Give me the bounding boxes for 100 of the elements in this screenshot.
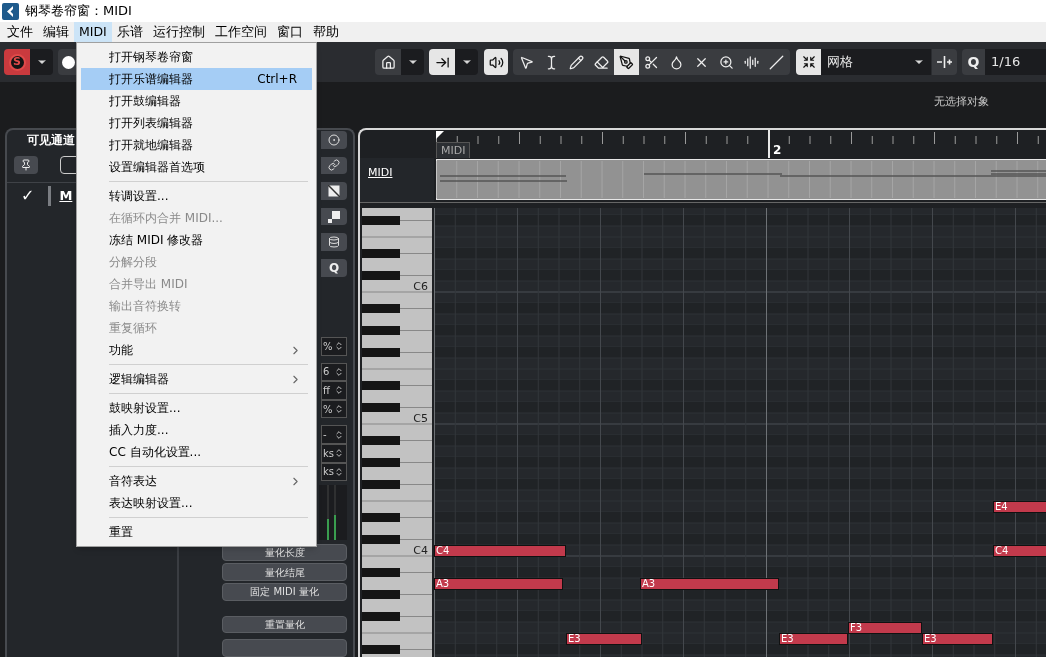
spinner-icon [334,385,344,396]
menu-item[interactable]: 转调设置... [81,185,312,207]
track-check[interactable]: ✓ [21,183,35,208]
midi-note[interactable]: A3 [640,578,779,590]
menu-item[interactable]: 音符表达 [81,470,312,492]
link-icon [328,159,340,172]
stack-icon [328,236,340,249]
field-value: ks [323,446,334,461]
menu-bar-item[interactable]: 运行控制 [147,22,210,42]
drop-icon [669,54,684,70]
window-title: 钢琴卷帘窗：MIDI [25,2,132,21]
menu-bar-item[interactable]: 窗口 [271,22,308,42]
inspector-field[interactable]: - [321,425,347,444]
grid-type-dropdown[interactable]: 网格 [821,49,931,75]
eraser-icon [594,54,609,70]
spinner-icon [334,429,344,440]
lane-label: MIDI [368,166,393,179]
menu-item[interactable]: 鼓映射设置... [81,397,312,419]
key-label: C4 [413,545,428,556]
menu-item[interactable]: CC 自动化设置... [81,441,312,463]
bar-number: 2 [773,142,782,159]
track-divider-icon [48,185,52,206]
arrow-icon [519,54,534,70]
menu-bar-item[interactable]: 帮助 [307,22,344,42]
inspector-icon-button[interactable] [321,233,347,251]
pin-icon [20,159,32,171]
inspector-icon-button[interactable] [321,156,347,175]
pin-button[interactable] [14,156,38,174]
menu-item[interactable]: 打开就地编辑器 [81,134,312,156]
menu-item[interactable]: 逻辑编辑器 [81,368,312,390]
key-label: C6 [413,281,428,292]
field-value: ks [323,465,334,480]
menu-bar-item[interactable]: MIDI [74,22,112,42]
midi-note[interactable]: A3 [434,578,563,590]
inspector-icon-button[interactable] [321,182,347,200]
dropdown-button[interactable] [30,49,53,75]
inspector-field[interactable]: % [321,336,347,356]
quantize-field[interactable]: 1/16 [985,49,1046,75]
menu-item[interactable]: 打开列表编辑器 [81,112,312,134]
inspector-icon-button[interactable] [321,207,347,226]
inspector-icon-button[interactable]: Q [321,258,347,277]
house-icon [380,54,396,70]
quantize-action-button[interactable]: 固定 MIDI 量化 [222,583,347,601]
quantize-action-button[interactable]: 量化结尾 [222,563,347,582]
speaker-icon [488,54,504,70]
menu-item[interactable]: 打开钢琴卷帘窗 [81,46,312,68]
snap-button[interactable] [796,49,821,75]
shortcut-text: Ctrl+R [257,71,297,88]
dropdown-button[interactable] [455,49,478,75]
menu-bar-item[interactable]: 编辑 [38,22,74,42]
diagonal-square-icon [328,184,340,197]
spinner-icon [334,466,344,477]
toolbar-button[interactable] [429,49,455,75]
part-tab[interactable]: MIDI [436,142,471,158]
toolbar-button[interactable] [932,49,957,75]
menu-item[interactable]: 插入力度... [81,419,312,441]
inspector-field[interactable]: 6 [321,362,347,382]
menu-bar-item[interactable]: 乐谱 [111,22,148,42]
midi-note[interactable]: C4 [993,545,1046,557]
menu-bar-item[interactable]: 工作空间 [209,22,272,42]
menu-bar-item[interactable]: 文件 [2,22,38,42]
field-value: 6 [323,365,330,380]
field-value: % [323,339,333,354]
square-icon [328,210,340,223]
menu-item[interactable]: 表达映射设置... [81,492,312,514]
key-label: C5 [413,413,428,424]
midi-note[interactable]: F3 [848,622,922,634]
field-value: % [323,402,333,417]
midi-note[interactable]: C4 [434,545,566,557]
spinner-icon [334,448,344,459]
zoom-icon [719,54,734,70]
field-value: ff [323,383,330,398]
target-icon [328,133,340,146]
track-name: M [59,186,73,205]
midi-note[interactable]: E3 [922,633,993,645]
quantize-action-button[interactable]: 重置量化 [222,615,347,634]
field-value: - [323,428,327,443]
menu-item[interactable]: 打开鼓编辑器 [81,90,312,112]
menu-item[interactable]: 冻结 MIDI 修改器 [81,229,312,251]
menu-item[interactable]: 功能 [81,339,312,361]
tool-button[interactable] [614,49,639,75]
start-marker-icon [436,131,444,139]
pen-icon [619,54,634,70]
midi-note[interactable]: E3 [779,633,848,645]
selection-status: 无选择对象 [934,93,989,110]
menu-item[interactable]: 重置 [81,521,312,543]
midi-note[interactable]: E3 [566,633,642,645]
menu-item[interactable]: 设置编辑器首选项 [81,156,312,178]
inspector-field[interactable]: ff [321,381,347,400]
menu-item[interactable]: 打开乐谱编辑器 Ctrl+R [81,68,312,90]
split-icon [936,56,953,68]
bars-icon [744,54,759,70]
speaker-button[interactable] [484,49,508,75]
midi-note[interactable]: E4 [993,501,1046,513]
dropdown-button[interactable] [401,49,424,75]
quantize-button[interactable]: Q [962,49,985,75]
toolbar-button[interactable] [375,49,401,75]
spinner-icon [334,341,344,352]
arrows-icon [801,55,816,69]
q-label: Q [328,259,340,277]
